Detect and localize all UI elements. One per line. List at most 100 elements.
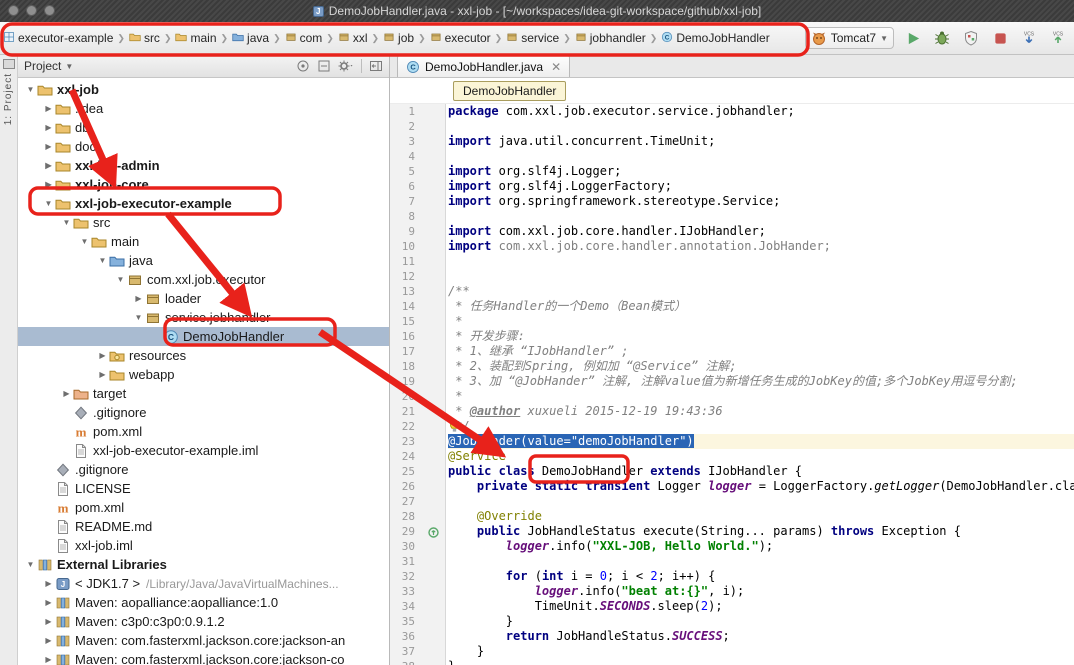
- gear-icon[interactable]: [338, 59, 354, 73]
- code-content[interactable]: package com.xxl.job.executor.service.job…: [446, 104, 1074, 665]
- breadcrumb-item-service[interactable]: service: [505, 29, 560, 48]
- tree-item-demojobhandler[interactable]: CDemoJobHandler: [18, 327, 389, 346]
- tree-item-target[interactable]: ▶target: [18, 384, 389, 403]
- code-line-20[interactable]: *: [448, 389, 1074, 404]
- close-icon[interactable]: ✕: [551, 60, 561, 74]
- breadcrumb-item-src[interactable]: src: [128, 29, 161, 48]
- code-line-9[interactable]: import com.xxl.job.core.handler.IJobHand…: [448, 224, 1074, 239]
- tree-item-java[interactable]: ▼java: [18, 251, 389, 270]
- hide-panel-icon[interactable]: [369, 59, 383, 73]
- code-line-2[interactable]: [448, 119, 1074, 134]
- code-line-24[interactable]: @Service: [448, 449, 1074, 464]
- tree-item-resources[interactable]: ▶resources: [18, 346, 389, 365]
- tab-demojobhandler[interactable]: C DemoJobHandler.java ✕: [397, 55, 570, 77]
- chevron-down-icon[interactable]: ▼: [65, 62, 73, 71]
- tree-item-service-jobhandler[interactable]: ▼service.jobhandler: [18, 308, 389, 327]
- code-line-34[interactable]: TimeUnit.SECONDS.sleep(2);: [448, 599, 1074, 614]
- tree-expand-arrow-icon[interactable]: ▶: [42, 636, 55, 645]
- code-line-10[interactable]: import com.xxl.job.core.handler.annotati…: [448, 239, 1074, 254]
- tree-expand-arrow-icon[interactable]: ▼: [24, 85, 37, 94]
- code-line-23[interactable]: @JobHander(value="demoJobHandler"): [448, 434, 1074, 449]
- tree-item-license[interactable]: LICENSE: [18, 479, 389, 498]
- tree-expand-arrow-icon[interactable]: ▼: [132, 313, 145, 322]
- code-line-30[interactable]: logger.info("XXL-JOB, Hello World.");: [448, 539, 1074, 554]
- code-line-7[interactable]: import org.springframework.stereotype.Se…: [448, 194, 1074, 209]
- tree-expand-arrow-icon[interactable]: ▶: [42, 142, 55, 151]
- code-line-37[interactable]: }: [448, 644, 1074, 659]
- tree-expand-arrow-icon[interactable]: ▶: [42, 598, 55, 607]
- tree-item-xxl-job-admin[interactable]: ▶xxl-job-admin: [18, 156, 389, 175]
- tool-window-icon[interactable]: [3, 59, 15, 69]
- tree-item-pom-xml[interactable]: mpom.xml: [18, 422, 389, 441]
- code-line-13[interactable]: /**: [448, 284, 1074, 299]
- override-method-icon[interactable]: [428, 525, 439, 543]
- stop-button[interactable]: [990, 28, 1010, 48]
- tree-item-gitignore[interactable]: .gitignore: [18, 460, 389, 479]
- tree-item-maven-aopalliance-aopalliance-1-0[interactable]: ▶Maven: aopalliance:aopalliance:1.0: [18, 593, 389, 612]
- tree-item-xxl-job-executor-example[interactable]: ▼xxl-job-executor-example: [18, 194, 389, 213]
- code-line-28[interactable]: @Override: [448, 509, 1074, 524]
- code-line-36[interactable]: return JobHandleStatus.SUCCESS;: [448, 629, 1074, 644]
- tree-item-pom-xml[interactable]: mpom.xml: [18, 498, 389, 517]
- code-line-11[interactable]: [448, 254, 1074, 269]
- close-window-button[interactable]: [8, 5, 19, 16]
- code-line-15[interactable]: *: [448, 314, 1074, 329]
- tree-item-xxl-job-executor-example-iml[interactable]: xxl-job-executor-example.iml: [18, 441, 389, 460]
- tree-item-webapp[interactable]: ▶webapp: [18, 365, 389, 384]
- tree-expand-arrow-icon[interactable]: ▶: [96, 351, 109, 360]
- tree-item-idea[interactable]: ▶.idea: [18, 99, 389, 118]
- tree-expand-arrow-icon[interactable]: ▼: [24, 560, 37, 569]
- code-line-16[interactable]: * 开发步骤:: [448, 329, 1074, 344]
- breadcrumb-item-executor[interactable]: executor: [429, 29, 492, 48]
- tree-item-readme-md[interactable]: README.md: [18, 517, 389, 536]
- tree-expand-arrow-icon[interactable]: ▼: [42, 199, 55, 208]
- run-button[interactable]: [903, 28, 923, 48]
- tree-expand-arrow-icon[interactable]: ▶: [42, 180, 55, 189]
- tree-item-maven-com-fasterxml-jackson-core-jackson-an[interactable]: ▶Maven: com.fasterxml.jackson.core:jacks…: [18, 631, 389, 650]
- tree-expand-arrow-icon[interactable]: ▼: [78, 237, 91, 246]
- collapse-all-icon[interactable]: [317, 59, 331, 73]
- coverage-button[interactable]: [961, 28, 981, 48]
- tree-item-maven-com-fasterxml-jackson-core-jackson-co[interactable]: ▶Maven: com.fasterxml.jackson.core:jacks…: [18, 650, 389, 665]
- tree-expand-arrow-icon[interactable]: ▶: [42, 161, 55, 170]
- tree-item-main[interactable]: ▼main: [18, 232, 389, 251]
- code-line-27[interactable]: [448, 494, 1074, 509]
- tree-item-src[interactable]: ▼src: [18, 213, 389, 232]
- tree-expand-arrow-icon[interactable]: ▶: [42, 123, 55, 132]
- code-line-6[interactable]: import org.slf4j.LoggerFactory;: [448, 179, 1074, 194]
- code-line-32[interactable]: for (int i = 0; i < 2; i++) {: [448, 569, 1074, 584]
- breadcrumb-item-xxl[interactable]: xxl: [337, 29, 369, 48]
- code-line-31[interactable]: [448, 554, 1074, 569]
- tree-expand-arrow-icon[interactable]: ▼: [114, 275, 127, 284]
- breadcrumb-item-executor-example[interactable]: executor-example: [2, 29, 114, 48]
- code-line-22[interactable]: */: [448, 419, 1074, 434]
- tree-expand-arrow-icon[interactable]: ▶: [42, 104, 55, 113]
- intention-bulb-icon[interactable]: [448, 420, 461, 438]
- code-line-17[interactable]: * 1、继承 “IJobHandler” ;: [448, 344, 1074, 359]
- code-line-35[interactable]: }: [448, 614, 1074, 629]
- tree-item-gitignore[interactable]: .gitignore: [18, 403, 389, 422]
- tree-item-doc[interactable]: ▶doc: [18, 137, 389, 156]
- code-line-21[interactable]: * @author xuxueli 2015-12-19 19:43:36: [448, 404, 1074, 419]
- locate-file-icon[interactable]: [296, 59, 310, 73]
- code-line-26[interactable]: private static transient Logger logger =…: [448, 479, 1074, 494]
- breadcrumb-item-demojobhandler[interactable]: CDemoJobHandler: [660, 29, 770, 48]
- editor-breadcrumb-chip[interactable]: DemoJobHandler: [453, 81, 566, 101]
- code-line-38[interactable]: }: [448, 659, 1074, 665]
- tree-item-external-libraries[interactable]: ▼External Libraries: [18, 555, 389, 574]
- vcs-commit-button[interactable]: VCS: [1048, 28, 1068, 48]
- code-line-3[interactable]: import java.util.concurrent.TimeUnit;: [448, 134, 1074, 149]
- breadcrumb-item-java[interactable]: java: [231, 29, 270, 48]
- tree-item-xxl-job[interactable]: ▼xxl-job: [18, 80, 389, 99]
- minimize-window-button[interactable]: [26, 5, 37, 16]
- code-line-33[interactable]: logger.info("beat at:{}", i);: [448, 584, 1074, 599]
- tree-item-com-xxl-job-executor[interactable]: ▼com.xxl.job.executor: [18, 270, 389, 289]
- tree-item-xxl-job-iml[interactable]: xxl-job.iml: [18, 536, 389, 555]
- debug-button[interactable]: [932, 28, 952, 48]
- code-line-5[interactable]: import org.slf4j.Logger;: [448, 164, 1074, 179]
- zoom-window-button[interactable]: [44, 5, 55, 16]
- code-line-19[interactable]: * 3、加 “@JobHander” 注解, 注解value值为新增任务生成的J…: [448, 374, 1074, 389]
- breadcrumb-item-jobhandler[interactable]: jobhandler: [574, 29, 647, 48]
- tree-expand-arrow-icon[interactable]: ▶: [60, 389, 73, 398]
- code-line-1[interactable]: package com.xxl.job.executor.service.job…: [448, 104, 1074, 119]
